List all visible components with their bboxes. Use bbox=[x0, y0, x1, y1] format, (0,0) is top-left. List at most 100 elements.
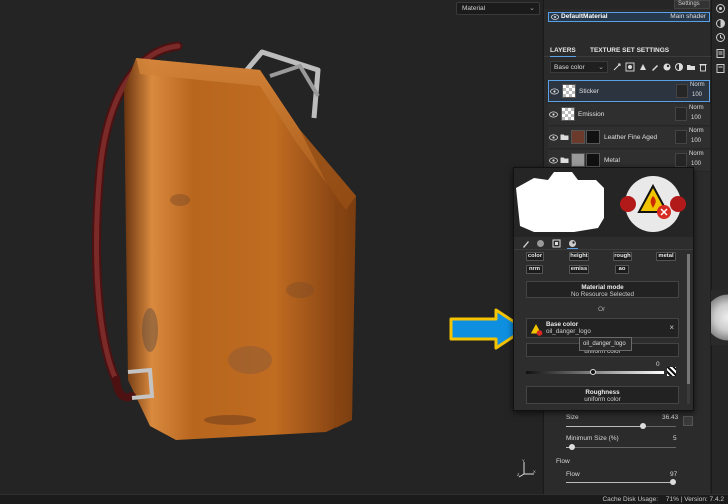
jerry-can-backpack-model[interactable] bbox=[0, 0, 542, 494]
folder-icon[interactable] bbox=[686, 62, 696, 72]
tab-layers[interactable]: LAYERS bbox=[550, 47, 576, 57]
minimum-size-value[interactable]: 5 bbox=[673, 435, 677, 442]
base-color-title: Base color bbox=[546, 321, 579, 328]
material-filter-icon[interactable] bbox=[536, 239, 545, 248]
eye-icon[interactable] bbox=[549, 134, 558, 141]
eye-icon[interactable] bbox=[550, 88, 559, 95]
base-color-resource: oil_danger_logo bbox=[546, 328, 591, 335]
flow-section-header: Flow bbox=[556, 458, 570, 465]
layer-blend-mode[interactable]: Norm bbox=[689, 128, 704, 134]
layers-tab-bar: LAYERS TEXTURE SET SETTINGS bbox=[544, 45, 711, 57]
layer-blend-mode[interactable]: Norm bbox=[689, 105, 704, 111]
slider-knob[interactable] bbox=[640, 423, 646, 429]
smart-material-icon[interactable] bbox=[662, 62, 672, 72]
active-tab-indicator bbox=[567, 248, 578, 249]
size-value[interactable]: 36.43 bbox=[662, 414, 678, 421]
layer-mask-thumbnail[interactable] bbox=[675, 153, 687, 167]
popup-scrollbar[interactable] bbox=[687, 254, 690, 404]
layer-row[interactable]: Emission Norm 100 bbox=[548, 104, 710, 126]
size-lock-button[interactable] bbox=[683, 416, 693, 426]
channel-chip-color[interactable]: color bbox=[526, 252, 544, 261]
material-shader: Main shader bbox=[670, 13, 706, 20]
roughness-slot[interactable]: Roughness uniform color bbox=[526, 386, 679, 404]
mask-icon[interactable] bbox=[625, 62, 635, 72]
value-gradient-knob[interactable] bbox=[590, 369, 596, 375]
material-mode-value: No Resource Selected bbox=[570, 291, 634, 298]
close-icon[interactable]: × bbox=[669, 323, 674, 332]
layer-thumbnail bbox=[571, 130, 585, 144]
tab-texture-set-settings[interactable]: TEXTURE SET SETTINGS bbox=[590, 47, 669, 54]
layer-opacity[interactable]: 100 bbox=[692, 92, 702, 98]
size-label: Size bbox=[566, 414, 579, 421]
settings-label: Settings bbox=[678, 1, 700, 7]
folder-icon bbox=[560, 157, 569, 163]
base-color-slot[interactable]: Base color oil_danger_logo × bbox=[526, 318, 679, 338]
layer-mask-thumbnail[interactable] bbox=[675, 107, 687, 121]
scrollbar-thumb[interactable] bbox=[687, 254, 690, 384]
minimum-size-slider[interactable] bbox=[566, 447, 676, 448]
channel-chip-nrm[interactable]: nrm bbox=[526, 265, 543, 274]
color-picker-button[interactable] bbox=[667, 367, 676, 376]
eye-icon[interactable] bbox=[549, 111, 558, 118]
layer-blend-mode[interactable]: Norm bbox=[690, 82, 705, 88]
add-effect-icon[interactable] bbox=[612, 62, 622, 72]
slider-knob[interactable] bbox=[568, 444, 575, 450]
popup-filter-tabs bbox=[514, 237, 693, 250]
layer-row[interactable]: Sticker Norm 100 bbox=[548, 80, 710, 102]
layer-blend-mode[interactable]: Norm bbox=[689, 151, 704, 157]
layer-mask-preview bbox=[586, 130, 600, 144]
paint-layer-icon[interactable] bbox=[650, 62, 660, 72]
roughness-title: Roughness bbox=[585, 389, 620, 396]
layer-mask-thumbnail[interactable] bbox=[675, 130, 687, 144]
resource-picker-popup[interactable]: color height rough metal nrm emiss ao Ma… bbox=[513, 167, 694, 411]
slider-knob[interactable] bbox=[669, 479, 676, 485]
viewport-mode-dropdown[interactable]: Material ⌄ bbox=[456, 2, 540, 15]
texture-set-row[interactable]: DefaultMaterial Main shader bbox=[548, 12, 710, 22]
channel-chip-ao[interactable]: ao bbox=[615, 265, 629, 274]
layer-row[interactable]: Leather Fine Aged Norm 100 bbox=[548, 127, 710, 149]
fill-layer-icon[interactable] bbox=[638, 62, 648, 72]
trash-icon[interactable] bbox=[698, 62, 708, 72]
roughness-value: uniform color bbox=[584, 396, 621, 403]
camera-icon[interactable] bbox=[715, 3, 726, 14]
channel-chip-height[interactable]: height bbox=[569, 252, 589, 261]
or-separator: Or bbox=[598, 306, 606, 313]
chevron-down-icon: ⌄ bbox=[598, 64, 604, 71]
svg-text:Y: Y bbox=[522, 458, 525, 463]
minimum-size-label: Minimum Size (%) bbox=[566, 435, 619, 442]
layer-opacity[interactable]: 100 bbox=[691, 115, 701, 121]
channel-chip-emiss[interactable]: emiss bbox=[569, 265, 589, 274]
material-name: DefaultMaterial bbox=[561, 13, 608, 20]
channel-chip-rough[interactable]: rough bbox=[613, 252, 632, 261]
layer-name: Sticker bbox=[579, 88, 599, 95]
channel-label: Base color bbox=[554, 64, 585, 71]
brush-filter-icon[interactable] bbox=[522, 239, 531, 248]
display-settings-icon[interactable] bbox=[715, 18, 726, 29]
history-icon[interactable] bbox=[715, 32, 726, 43]
3d-viewport[interactable]: Material ⌄ Y X Z bbox=[0, 0, 542, 494]
material-mode-slot[interactable]: Material mode No Resource Selected bbox=[526, 281, 679, 298]
palette-icon[interactable] bbox=[674, 62, 684, 72]
status-bar: Cache Disk Usage: 71% | Version: 7.4.2 bbox=[0, 494, 728, 504]
resource-tooltip: oil_danger_logo bbox=[579, 337, 632, 351]
viewport-mode-label: Material bbox=[462, 5, 486, 12]
chevron-down-icon: ⌄ bbox=[529, 5, 535, 12]
shelf-icon[interactable] bbox=[715, 48, 726, 59]
flow-value[interactable]: 97 bbox=[670, 471, 677, 478]
log-icon[interactable] bbox=[715, 63, 726, 74]
folder-icon bbox=[560, 134, 569, 140]
channel-dropdown[interactable]: Base color ⌄ bbox=[550, 61, 608, 73]
layer-opacity[interactable]: 100 bbox=[691, 138, 701, 144]
layer-mask-thumbnail[interactable] bbox=[676, 84, 688, 98]
gradient-value[interactable]: 0 bbox=[656, 361, 660, 368]
layer-name: Leather Fine Aged bbox=[604, 134, 658, 141]
eye-icon[interactable] bbox=[551, 14, 559, 20]
settings-dropdown[interactable]: Settings bbox=[674, 0, 710, 9]
layer-thumbnail bbox=[571, 153, 585, 167]
sticker-shape-preview bbox=[516, 172, 604, 232]
channel-chip-metal[interactable]: metal bbox=[656, 252, 676, 261]
texture-filter-icon[interactable] bbox=[552, 239, 561, 248]
smart-filter-icon[interactable] bbox=[568, 239, 577, 248]
svg-text:X: X bbox=[533, 469, 536, 474]
eye-icon[interactable] bbox=[549, 157, 558, 164]
